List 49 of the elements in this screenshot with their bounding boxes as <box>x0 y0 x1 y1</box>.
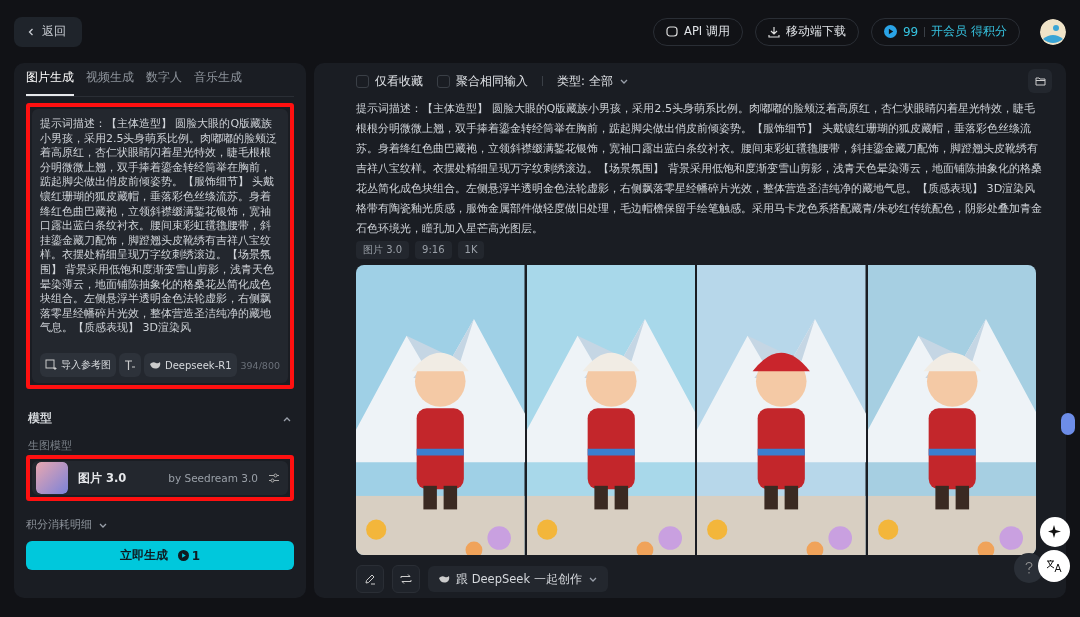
avatar[interactable] <box>1040 18 1066 45</box>
points-count: 99 <box>902 24 919 39</box>
mode-tab[interactable]: 数字人 <box>146 69 182 96</box>
model-thumbnail <box>36 462 68 494</box>
settings-icon[interactable] <box>268 472 280 484</box>
text-icon <box>124 359 136 371</box>
whale-icon <box>149 360 161 370</box>
folder-button[interactable] <box>1028 69 1052 93</box>
section-title: 模型 <box>28 411 52 426</box>
model-card[interactable]: 图片 3.0 by Seedream 3.0 <box>32 461 288 495</box>
result-tag: 9:16 <box>415 241 452 259</box>
back-button[interactable]: 返回 <box>14 16 82 47</box>
model-chip[interactable]: Deepseek-R1 <box>144 353 237 377</box>
sparkle-icon <box>1048 525 1062 539</box>
edit-button[interactable] <box>356 565 384 593</box>
import-reference-button[interactable]: 导入参考图 <box>40 353 116 377</box>
mode-tab[interactable]: 音乐生成 <box>194 69 242 96</box>
mode-tab[interactable]: 图片生成 <box>26 69 74 96</box>
download-icon <box>767 25 780 38</box>
mode-tab[interactable]: 视频生成 <box>86 69 134 96</box>
prompt-field[interactable]: 提示词描述：【主体造型】 圆脸大眼的Q版藏族小男孩，采用2.5头身萌系比例。肉嘟嘟的脸颊泛着高原红，杏仁状眼睛闪着星光特效，睫毛根根分明微微上翘，双手捧着鎏金转经筒举在胸前，踮起脚尖做出俏皮前倾姿势。【服饰细节】 头戴镶红珊瑚的狐皮藏帽，垂落彩色丝绦流苏。身着绛红色曲巴藏袍，立领斜襟缀满錾花银饰，宽袖口露出蓝白条纹衬衣。腰间束彩虹氆氇腰带，斜挂鎏金藏刀配饰，脚蹬翘头皮靴绣有吉祥八宝纹样。衣摆处精细呈现万字纹刺绣滚边。【场景氛围】 背景采用低饱和度渐变雪山剪影，浅青天色晕染薄云，地面铺陈抽象化的格桑花丛简化成色块组合。左侧悬浮半透明金色法轮虚影，右侧飘落零星经幡碎片光效，整体营造圣洁纯净的藏地气息。【质感表现】 3D渲染风 导入参考图 Deepseek-R1 394/800 <box>32 109 288 383</box>
translate-icon <box>1046 559 1062 573</box>
points-icon <box>177 550 189 561</box>
regenerate-button[interactable] <box>392 565 420 593</box>
cost-detail-toggle[interactable]: 积分消耗明细 <box>26 517 294 532</box>
pencil-icon <box>364 573 376 585</box>
generate-button[interactable]: 立即生成 1 <box>26 541 294 570</box>
char-counter: 394/800 <box>240 359 280 371</box>
filter-checkbox[interactable]: 聚合相同输入 <box>437 73 528 89</box>
result-tag: 图片 3.0 <box>356 241 410 259</box>
result-tag: 1K <box>457 241 485 259</box>
membership-link[interactable]: 开会员 得积分 <box>931 23 1007 40</box>
filter-checkbox[interactable]: 仅看收藏 <box>356 73 423 89</box>
help-icon <box>1025 562 1033 574</box>
folder-icon <box>1034 76 1046 86</box>
deepseek-button[interactable]: 跟 DeepSeek 一起创作 <box>428 566 608 592</box>
model-provider: by Seedream 3.0 <box>168 472 258 484</box>
prompt-text: 提示词描述：【主体造型】 圆脸大眼的Q版藏族小男孩，采用2.5头身萌系比例。肉嘟嘟的脸颊泛着高原红，杏仁状眼睛闪着星光特效，睫毛根根分明微微上翘，双手捧着鎏金转经筒举在胸前，踮起脚尖做出俏皮前倾姿势。【服饰细节】 头戴镶红珊瑚的狐皮藏帽，垂落彩色丝绦流苏。身着绛红色曲巴藏袍，立领斜襟缀满錾花银饰，宽袖口露出蓝白条纹衬衣。腰间束彩虹氆氇腰带，斜挂鎏金藏刀配饰，脚蹬翘头皮靴绣有吉祥八宝纹样。衣摆处精细呈现万字纹刺绣滚边。【场景氛围】 背景采用低饱和度渐变雪山剪影，浅青天色晕染薄云，地面铺陈抽象化的格桑花丛简化成色块组合。左侧悬浮半透明金色法轮虚影，右侧飘落零星经幡碎片光效，整体营造圣洁纯净的藏地气息。【质感表现】 3D渲染风格带有陶瓷釉光质感，服饰金属部件做轻度做旧处理，毛边帽檐保留手绘笔触感。采用马卡龙色系搭配藏青/朱砂红传统配色，阴影处叠加青金石色环境光，瞳孔加入星芒高光图层。 <box>356 101 1043 237</box>
refresh-icon <box>400 573 412 585</box>
model-name: 图片 3.0 <box>78 470 128 486</box>
assistant-icon[interactable] <box>1060 412 1076 436</box>
chat-icon <box>666 25 679 38</box>
back-icon <box>26 26 36 37</box>
points-icon <box>883 25 897 38</box>
section-subtitle: 生图模型 <box>28 438 73 453</box>
type-dropdown[interactable]: 类型: 全部 <box>557 73 629 89</box>
whale-icon <box>438 574 450 584</box>
text-format-button[interactable] <box>119 353 141 377</box>
image-add-icon <box>45 359 57 371</box>
